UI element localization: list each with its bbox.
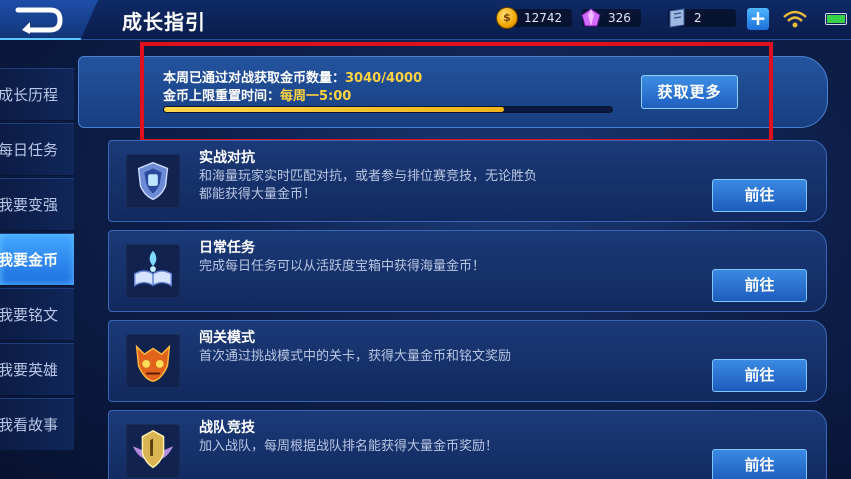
card-description: 加入战队，每周根据战队排名能获得大量金币奖励！ <box>199 439 499 454</box>
sidebar-item-get-heroes[interactable]: 我要英雄 <box>0 343 74 396</box>
go-button[interactable]: 前往 <box>712 449 807 479</box>
winged-badge-icon <box>126 424 180 478</box>
card-daily-tasks: 日常任务 完成每日任务可以从活跃度宝箱中获得海量金币！ 前往 <box>108 230 827 312</box>
sidebar-item-label: 我要铭文 <box>0 306 59 324</box>
back-button[interactable] <box>0 0 98 40</box>
gold-counter: $ 12742 <box>496 7 573 29</box>
ticket-counter: 2 <box>666 7 736 29</box>
sidebar-item-get-runes[interactable]: 我要铭文 <box>0 288 74 341</box>
card-title: 闯关模式 <box>199 330 255 346</box>
back-arrow-icon <box>15 7 63 34</box>
sidebar-item-label: 成长历程 <box>0 86 59 104</box>
card-team-competition: 战队竞技 加入战队，每周根据战队排名能获得大量金币奖励！ 前往 <box>108 410 827 479</box>
sidebar-item-label: 每日任务 <box>0 141 59 159</box>
sidebar-item-label: 我要英雄 <box>0 361 59 379</box>
card-description: 首次通过挑战模式中的关卡，获得大量金币和铭文奖励 <box>199 349 512 364</box>
card-title: 战队竞技 <box>199 420 255 436</box>
card-description: 和海量玩家实时匹配对抗，或者参与排位赛竞技，无论胜负都能获得大量金币！ <box>199 169 538 202</box>
sidebar-item-label: 我要金币 <box>0 251 59 269</box>
ticket-icon <box>669 8 685 28</box>
sidebar-item-get-stronger[interactable]: 我要变强 <box>0 178 74 231</box>
card-title: 日常任务 <box>199 240 255 256</box>
open-book-icon <box>126 244 180 298</box>
diamond-counter: 326 <box>580 7 641 29</box>
card-title: 实战对抗 <box>199 150 255 166</box>
sidebar-item-get-gold[interactable]: 我要金币 <box>0 233 74 286</box>
sidebar-item-growth-history[interactable]: 成长历程 <box>0 68 74 121</box>
sidebar-item-read-stories[interactable]: 我看故事 <box>0 398 74 451</box>
go-button[interactable]: 前往 <box>712 269 807 302</box>
sidebar-item-label: 我看故事 <box>0 416 59 434</box>
card-challenge-mode: 闯关模式 首次通过挑战模式中的关卡，获得大量金币和铭文奖励 前往 <box>108 320 827 402</box>
card-pvp-battle: 实战对抗 和海量玩家实时匹配对抗，或者参与排位赛竞技，无论胜负都能获得大量金币！… <box>108 140 827 222</box>
go-button[interactable]: 前往 <box>712 359 807 392</box>
battery-icon <box>825 13 847 25</box>
demon-mask-icon <box>126 334 180 388</box>
top-bar: 成长指引 $ 12742 326 2 + <box>0 0 851 40</box>
add-currency-button[interactable]: + <box>747 8 769 30</box>
go-button[interactable]: 前往 <box>712 179 807 212</box>
sidebar: 成长历程 每日任务 我要变强 我要金币 我要铭文 我要英雄 我看故事 <box>0 68 74 453</box>
page-title: 成长指引 <box>122 10 206 34</box>
highlight-frame <box>140 42 773 143</box>
shield-trophy-icon <box>126 154 180 208</box>
sidebar-item-daily-tasks[interactable]: 每日任务 <box>0 123 74 176</box>
wifi-icon <box>783 10 807 28</box>
card-description: 完成每日任务可以从活跃度宝箱中获得海量金币！ <box>199 259 486 274</box>
gold-coin-icon: $ <box>496 7 518 29</box>
diamond-gem-icon <box>581 8 601 27</box>
sidebar-item-label: 我要变强 <box>0 196 59 214</box>
